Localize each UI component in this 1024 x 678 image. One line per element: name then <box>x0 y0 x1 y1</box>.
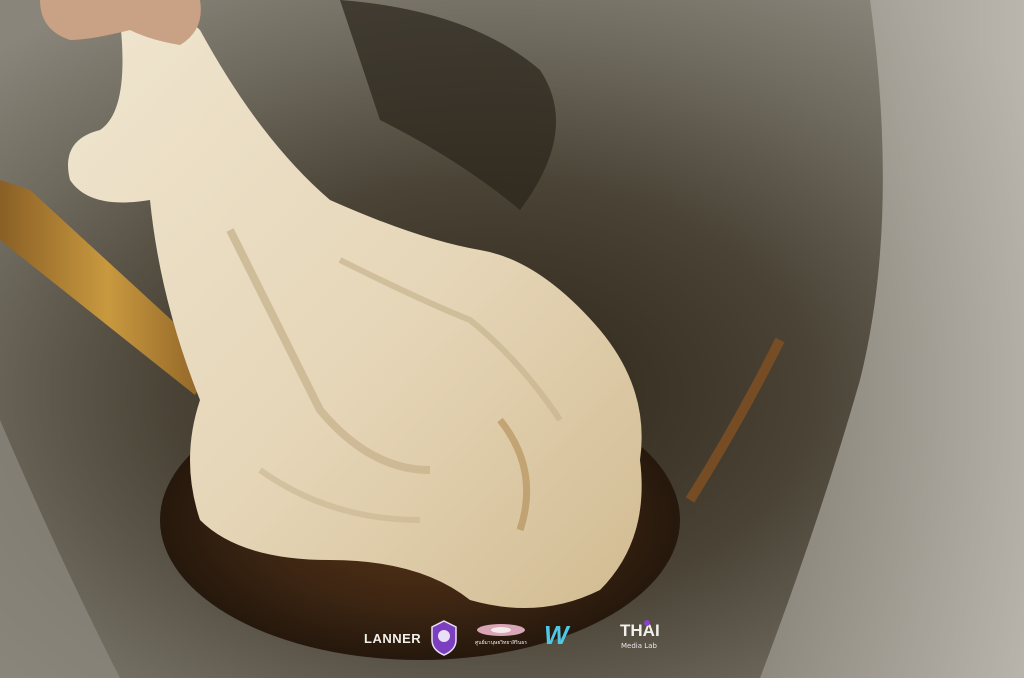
center-emblem-icon <box>477 624 525 636</box>
center-logo-text: ศูนย์มานุษยวิทยาสิรินธร <box>474 640 527 646</box>
thai-media-lab-sub: Media Lab <box>621 642 657 650</box>
seal-icon <box>431 620 457 656</box>
lanner-logo: LANNER <box>364 631 422 646</box>
thai-logo-dot <box>644 620 650 626</box>
photo-scene: LANNER ศูนย์มานุษยวิทยาสิรินธร W THAI Me… <box>0 0 1024 678</box>
thai-media-lab-logo: THAI <box>620 621 660 640</box>
w-logo: W <box>544 620 569 650</box>
university-seal-logo <box>430 620 458 656</box>
sponsor-logos: LANNER ศูนย์มานุษยวิทยาสิรินธร W THAI Me… <box>362 620 662 660</box>
photo-illustration <box>0 0 1024 678</box>
anthropology-center-logo: ศูนย์มานุษยวิทยาสิรินธร <box>470 620 532 656</box>
